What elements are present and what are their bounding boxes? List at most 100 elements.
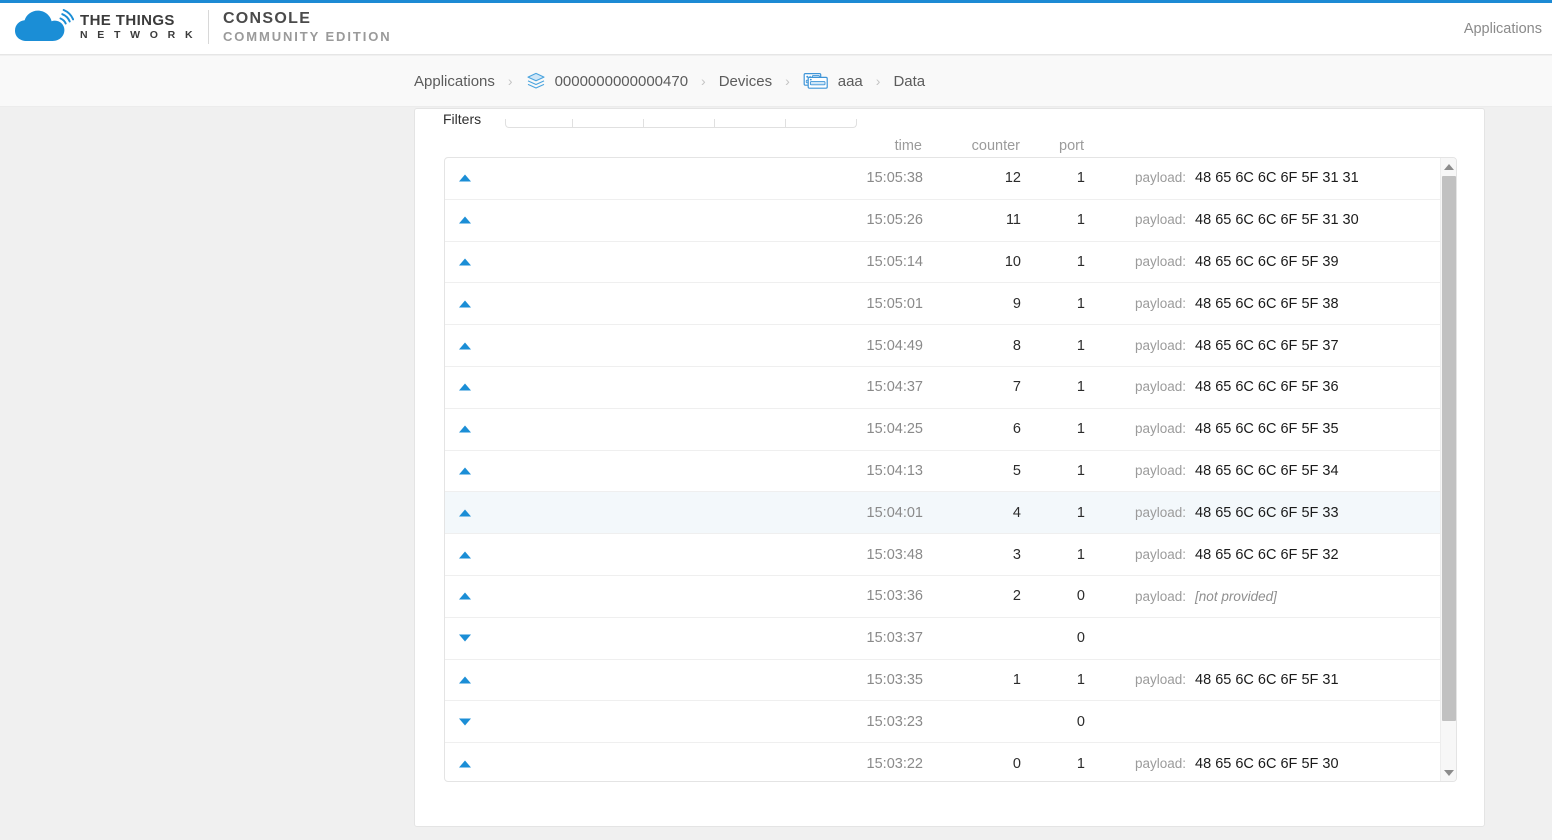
cell-payload: payload: 48 65 6C 6C 6F 5F 33	[1135, 505, 1339, 521]
cell-time: 15:05:26	[866, 212, 923, 229]
cell-port: 1	[1076, 337, 1085, 354]
payload-label: payload:	[1135, 379, 1187, 395]
uplink-arrow-icon	[459, 760, 471, 768]
payload-value: [not provided]	[1195, 588, 1277, 604]
filter-button-2[interactable]	[572, 119, 644, 128]
table-row[interactable]: 15:04:37 7 1 payload: 48 65 6C 6C 6F 5F 36	[445, 367, 1440, 409]
scrollbar-thumb[interactable]	[1442, 176, 1456, 721]
console-title: CONSOLE COMMUNITY EDITION	[223, 10, 392, 44]
table-row[interactable]: 15:03:36 2 0 payload: [not provided]	[445, 576, 1440, 618]
header-nav: Applications	[1456, 3, 1552, 55]
cell-payload: payload: 48 65 6C 6C 6F 5F 37	[1135, 338, 1339, 354]
breadcrumb-label-devices: Devices	[718, 72, 773, 90]
breadcrumb-bar: Applications › 0000000000000470 › Device…	[0, 56, 1552, 107]
content-panel: Filters time counter port 15:05:38 12 1 pay…	[414, 108, 1485, 827]
cell-port: 1	[1076, 671, 1085, 688]
payload-label: payload:	[1135, 588, 1187, 604]
uplink-arrow-icon	[459, 551, 471, 559]
payload-value: 48 65 6C 6C 6F 5F 37	[1195, 337, 1339, 354]
data-table-card: 15:05:38 12 1 payload: 48 65 6C 6C 6F 5F 31 …	[444, 157, 1457, 782]
column-header-counter: counter	[971, 138, 1020, 154]
header-nav-applications[interactable]: Applications	[1456, 21, 1550, 37]
app-header: THE THINGS N E T W O R K CONSOLE COMMUNI…	[0, 3, 1552, 55]
cell-time: 15:03:37	[866, 630, 923, 647]
uplink-arrow-icon	[459, 592, 471, 600]
cell-counter: 7	[1012, 379, 1021, 396]
cell-counter: 2	[1012, 588, 1021, 605]
breadcrumb-item-application-id[interactable]: 0000000000000470	[526, 71, 688, 91]
brand-line-2: N E T W O R K	[80, 28, 196, 41]
breadcrumb-separator-1: ›	[507, 73, 513, 89]
cell-counter: 6	[1012, 421, 1021, 438]
filters-row: Filters	[443, 109, 1453, 128]
cell-counter: 0	[1012, 756, 1021, 773]
table-row[interactable]: 15:04:25 6 1 payload: 48 65 6C 6C 6F 5F 35	[445, 409, 1440, 451]
breadcrumb-item-data[interactable]: Data	[893, 73, 925, 90]
cell-port: 1	[1076, 504, 1085, 521]
payload-label: payload:	[1135, 756, 1187, 772]
table-row[interactable]: 15:05:14 10 1 payload: 48 65 6C 6C 6F 5F 39	[445, 242, 1440, 284]
filter-button-1[interactable]	[505, 119, 573, 128]
table-row[interactable]: 15:04:13 5 1 payload: 48 65 6C 6C 6F 5F 34	[445, 451, 1440, 493]
cell-time: 15:04:13	[866, 462, 923, 479]
cell-counter: 12	[1004, 170, 1021, 187]
breadcrumb-label-applications: Applications	[414, 72, 495, 90]
brand-logo[interactable]: THE THINGS N E T W O R K CONSOLE COMMUNI…	[14, 8, 392, 46]
cell-port: 1	[1076, 421, 1085, 438]
cell-payload: payload: 48 65 6C 6C 6F 5F 35	[1135, 421, 1339, 437]
cell-port: 0	[1076, 713, 1085, 730]
console-line-2: COMMUNITY EDITION	[222, 28, 392, 44]
payload-value: 48 65 6C 6C 6F 5F 31 30	[1195, 212, 1359, 229]
breadcrumb-item-devices[interactable]: Devices	[719, 73, 772, 90]
table-row[interactable]: 15:03:48 3 1 payload: 48 65 6C 6C 6F 5F 32	[445, 534, 1440, 576]
cell-counter: 3	[1012, 546, 1021, 563]
brand-divider	[207, 10, 209, 44]
payload-value: 48 65 6C 6C 6F 5F 30	[1195, 756, 1339, 773]
cell-port: 1	[1076, 253, 1085, 270]
cell-port: 1	[1076, 379, 1085, 396]
downlink-arrow-icon	[459, 634, 471, 642]
table-row[interactable]: 15:03:37 0	[445, 618, 1440, 660]
payload-label: payload:	[1135, 421, 1187, 437]
filter-button-5[interactable]	[785, 119, 857, 128]
payload-value: 48 65 6C 6C 6F 5F 39	[1195, 253, 1339, 270]
payload-label: payload:	[1135, 253, 1187, 269]
table-row[interactable]: 15:03:22 0 1 payload: 48 65 6C 6C 6F 5F 30	[445, 743, 1440, 781]
table-vertical-scrollbar[interactable]	[1440, 158, 1456, 781]
table-row[interactable]: 15:03:35 1 1 payload: 48 65 6C 6C 6F 5F 31	[445, 660, 1440, 702]
cell-payload: payload: 48 65 6C 6C 6F 5F 34	[1135, 463, 1339, 479]
breadcrumb-separator-3: ›	[785, 73, 790, 89]
payload-value: 48 65 6C 6C 6F 5F 38	[1195, 295, 1339, 312]
table-row[interactable]: 15:05:01 9 1 payload: 48 65 6C 6C 6F 5F 38	[445, 283, 1440, 326]
payload-label: payload:	[1135, 546, 1187, 562]
table-row[interactable]: 15:05:38 12 1 payload: 48 65 6C 6C 6F 5F 31 …	[445, 158, 1440, 200]
uplink-arrow-icon	[459, 300, 471, 308]
column-header-port: port	[1059, 138, 1084, 154]
cell-payload: payload: 48 65 6C 6C 6F 5F 32	[1135, 547, 1339, 563]
scroll-up-arrow-icon[interactable]	[1441, 158, 1456, 175]
uplink-arrow-icon	[459, 342, 471, 350]
table-row[interactable]: 15:05:26 11 1 payload: 48 65 6C 6C 6F 5F 31 …	[445, 200, 1440, 242]
cell-time: 15:04:37	[866, 379, 923, 396]
cell-time: 15:04:49	[866, 337, 923, 354]
console-line-1: CONSOLE	[222, 9, 312, 27]
cell-time: 15:03:22	[866, 756, 923, 773]
table-row[interactable]: 15:03:23 0	[445, 701, 1440, 744]
table-row[interactable]: 15:04:49 8 1 payload: 48 65 6C 6C 6F 5F 37	[445, 325, 1440, 367]
cell-time: 15:05:38	[866, 170, 923, 187]
breadcrumb-item-device[interactable]: aaa	[803, 71, 863, 91]
cell-time: 15:03:48	[866, 546, 923, 563]
layers-icon	[526, 71, 546, 91]
uplink-arrow-icon	[459, 676, 471, 684]
filter-button-3[interactable]	[643, 119, 715, 128]
cell-time: 15:05:01	[866, 295, 923, 312]
cell-time: 15:04:25	[866, 421, 923, 438]
scroll-down-arrow-icon[interactable]	[1441, 764, 1456, 781]
filter-button-group	[505, 119, 857, 128]
breadcrumb-item-applications[interactable]: Applications	[414, 73, 495, 90]
filter-button-4[interactable]	[714, 119, 786, 128]
cell-time: 15:03:36	[866, 588, 923, 605]
filters-label: Filters	[443, 111, 482, 127]
cell-counter: 1	[1012, 671, 1021, 688]
table-row[interactable]: 15:04:01 4 1 payload: 48 65 6C 6C 6F 5F 33	[445, 492, 1440, 535]
